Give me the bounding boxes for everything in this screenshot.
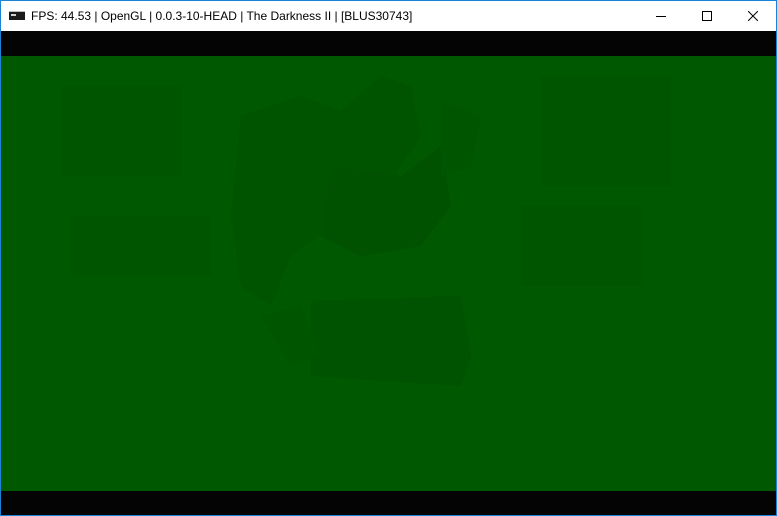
game-viewport[interactable] (1, 31, 776, 515)
game-scene-silhouette (61, 76, 671, 386)
letterbox-top (1, 31, 776, 56)
maximize-button[interactable] (684, 1, 730, 31)
letterbox-bottom (1, 491, 776, 515)
close-button[interactable] (730, 1, 776, 31)
app-icon[interactable] (9, 11, 25, 20)
maximize-icon (702, 11, 712, 21)
title-bar[interactable]: FPS: 44.53 | OpenGL | 0.0.3-10-HEAD | Th… (1, 1, 776, 31)
game-frame (1, 56, 776, 491)
minimize-button[interactable] (638, 1, 684, 31)
close-icon (748, 11, 758, 21)
window-title: FPS: 44.53 | OpenGL | 0.0.3-10-HEAD | Th… (31, 9, 413, 23)
emulator-window: FPS: 44.53 | OpenGL | 0.0.3-10-HEAD | Th… (0, 0, 777, 516)
minimize-icon (656, 16, 666, 17)
